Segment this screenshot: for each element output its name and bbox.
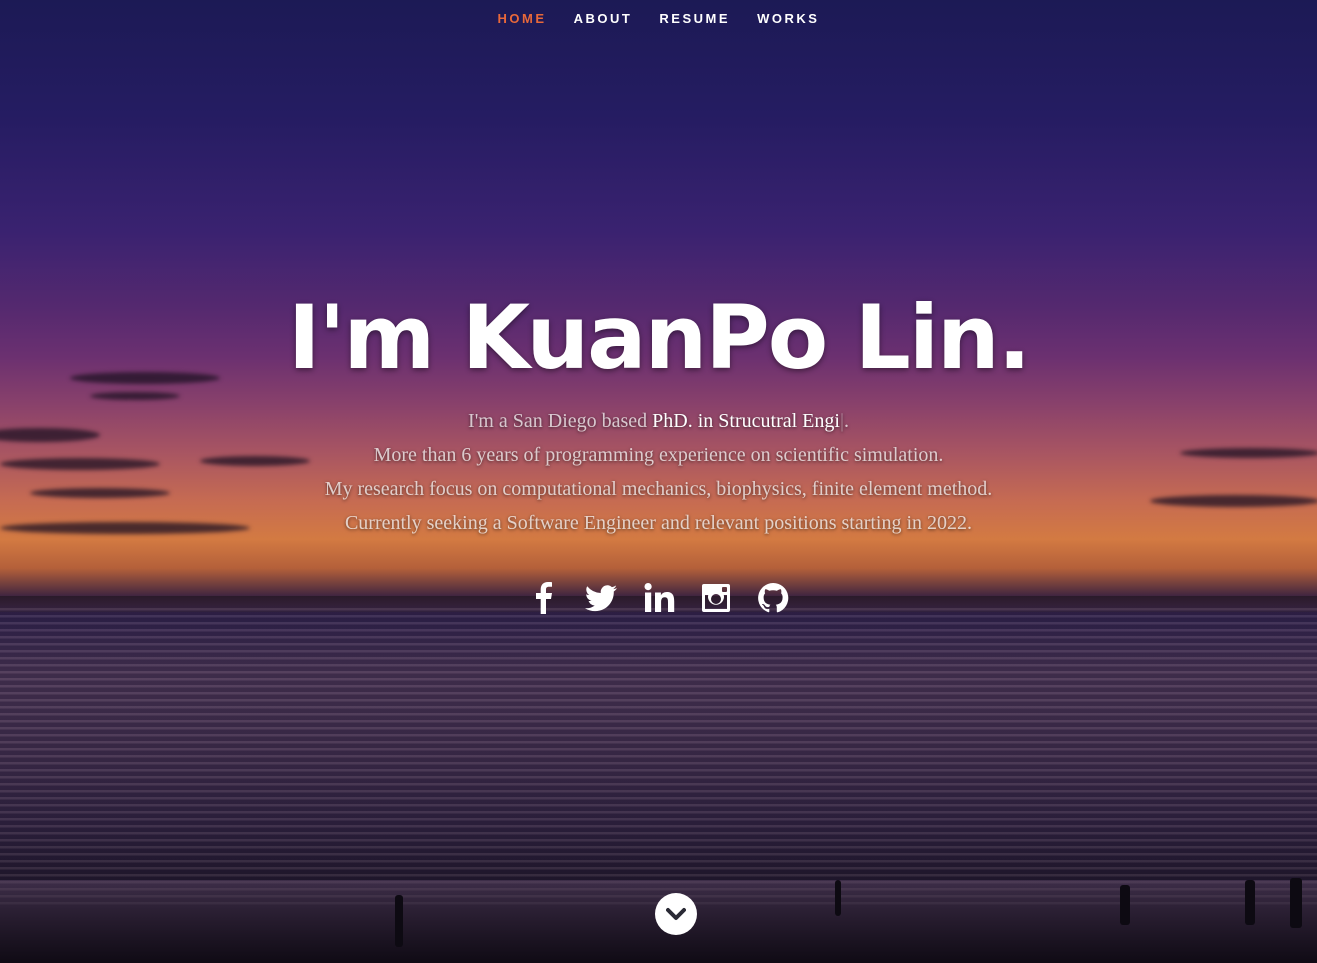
- nav-works[interactable]: WORKS: [757, 11, 819, 26]
- tagline-prefix: I'm a San Diego based: [468, 410, 653, 432]
- person-silhouette: [1245, 880, 1255, 925]
- person-silhouette: [1290, 878, 1302, 928]
- ocean: [0, 608, 1317, 908]
- main-nav: HOME ABOUT RESUME WORKS: [0, 8, 1317, 27]
- nav-home[interactable]: HOME: [498, 11, 547, 26]
- person-silhouette: [1120, 885, 1130, 925]
- hero-section: HOME ABOUT RESUME WORKS I'm KuanPo Lin. …: [0, 0, 1317, 963]
- tagline-line-1: I'm a San Diego based PhD. in Strucutral…: [0, 404, 1317, 438]
- nav-resume[interactable]: RESUME: [659, 11, 730, 26]
- headline: I'm KuanPo Lin.: [287, 286, 1031, 389]
- tagline-line-4: Currently seeking a Software Engineer an…: [344, 512, 973, 534]
- person-silhouette: [835, 880, 841, 916]
- github-icon[interactable]: [757, 582, 789, 614]
- social-links: [0, 582, 1317, 614]
- nav-about[interactable]: ABOUT: [574, 11, 633, 26]
- tagline-line-3: My research focus on computational mecha…: [324, 478, 993, 500]
- typed-text: PhD. in Strucutral Engi: [652, 410, 840, 432]
- scroll-down-button[interactable]: [655, 893, 697, 935]
- facebook-icon[interactable]: [528, 582, 560, 614]
- tagline-suffix: .: [843, 410, 849, 432]
- chevron-down-icon: [666, 908, 686, 920]
- linkedin-icon[interactable]: [643, 582, 675, 614]
- tagline-line-2: More than 6 years of programming experie…: [373, 444, 944, 466]
- tagline: I'm a San Diego based PhD. in Strucutral…: [0, 404, 1317, 540]
- person-silhouette: [395, 895, 403, 947]
- instagram-icon[interactable]: [700, 582, 732, 614]
- banner: I'm KuanPo Lin. I'm a San Diego based Ph…: [0, 288, 1317, 540]
- twitter-icon[interactable]: [585, 582, 618, 614]
